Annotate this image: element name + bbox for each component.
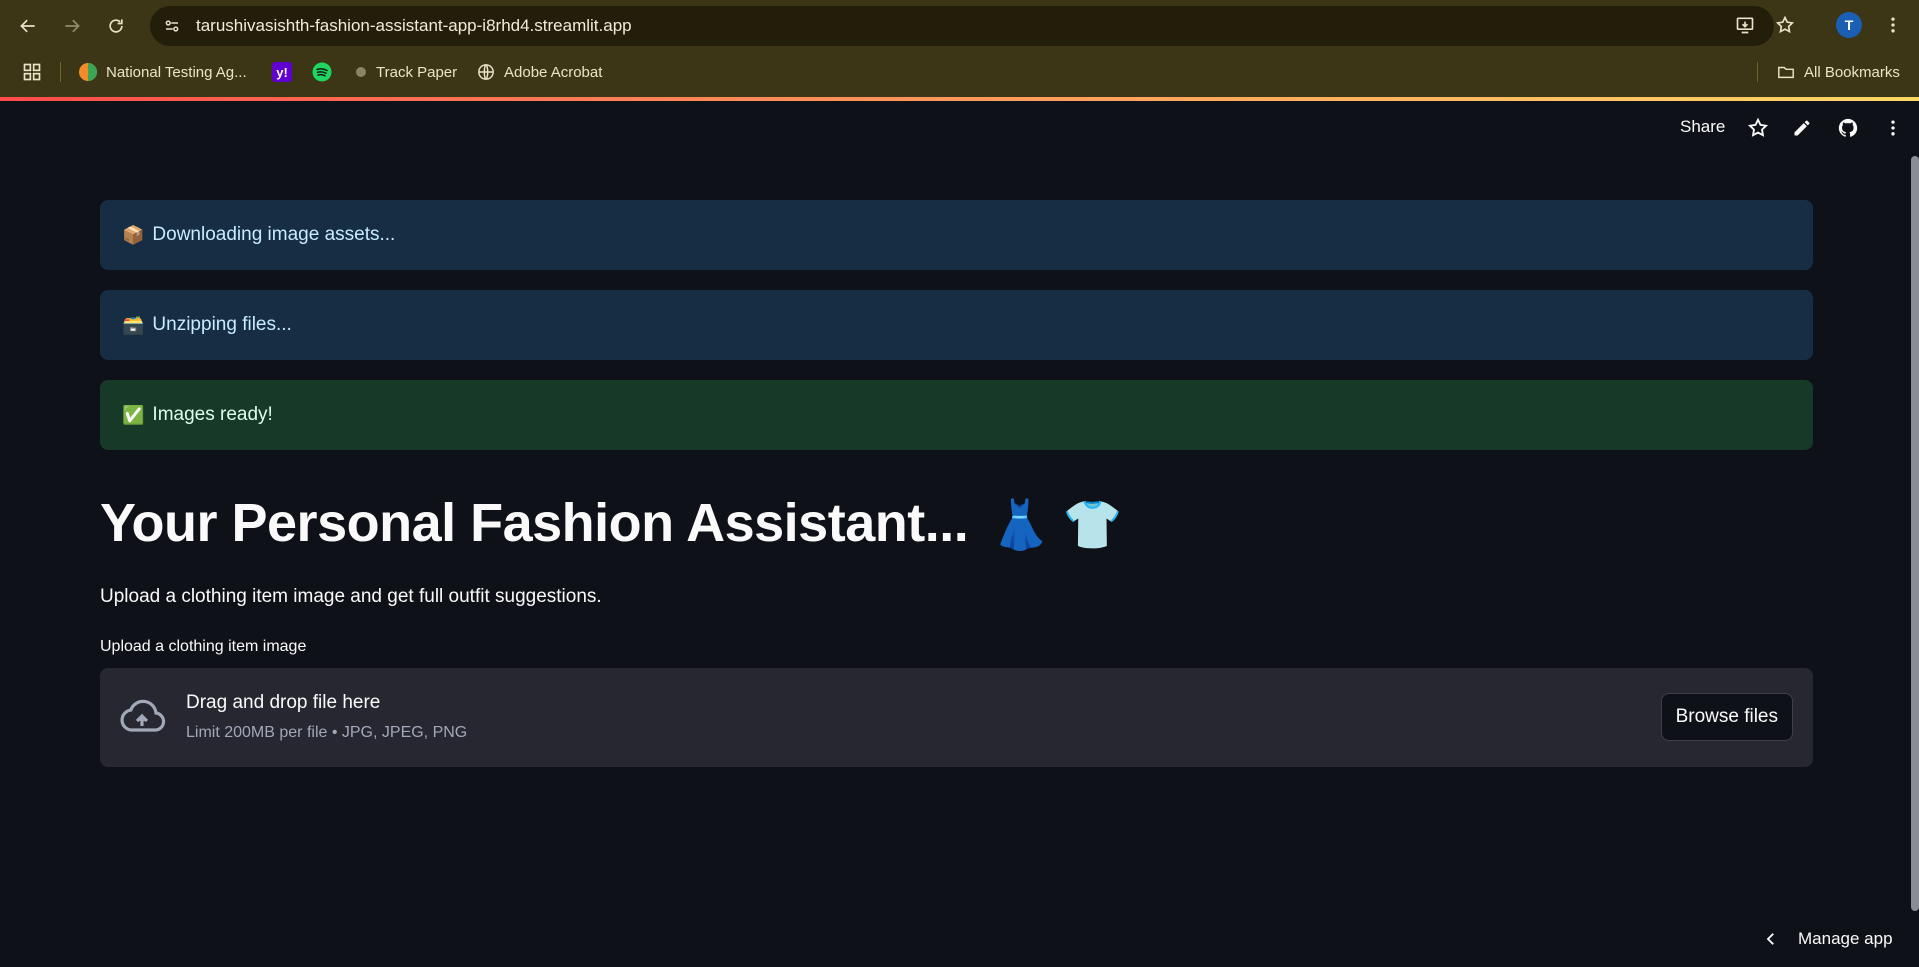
alert-text: Downloading image assets... [152,224,396,245]
bookmark-divider [1757,62,1758,82]
edit-pencil-icon[interactable] [1789,115,1815,141]
file-cabinet-icon: 🗃️ [122,314,145,335]
main-menu-icon[interactable] [1880,115,1906,141]
reload-icon[interactable] [102,12,130,40]
browser-chrome: tarushivasishth-fashion-assistant-app-i8… [0,0,1919,101]
bookmark-label: Adobe Acrobat [504,63,603,81]
bookmark-divider [60,62,61,82]
browser-toolbar: tarushivasishth-fashion-assistant-app-i8… [0,0,1919,52]
bookmarks-bar: National Testing Ag... y! Track Paper Ad… [0,56,1919,86]
url-text: tarushivasishth-fashion-assistant-app-i8… [196,16,632,35]
address-bar[interactable]: tarushivasishth-fashion-assistant-app-i8… [150,6,1774,46]
forward-arrow-icon[interactable] [58,12,86,40]
check-mark-icon: ✅ [122,404,145,425]
apps-grid-icon[interactable] [22,60,42,84]
bookmark-star-icon[interactable] [1772,12,1798,38]
globe-icon [476,62,496,82]
site-settings-icon[interactable] [160,14,184,38]
chevron-left-icon [1760,928,1782,950]
bookmark-spotify[interactable] [312,60,340,84]
bookmark-national-testing[interactable]: National Testing Ag... [78,60,247,84]
nta-logo-icon [78,62,98,82]
upload-label: Upload a clothing item image [100,638,307,655]
bookmark-yahoo[interactable]: y! [272,60,300,84]
yahoo-logo-icon: y! [272,62,292,82]
dropzone-instructions: Drag and drop file here [186,692,381,713]
bookmark-label: Track Paper [376,63,458,81]
page-subtitle: Upload a clothing item image and get ful… [100,586,602,607]
folder-icon [1776,62,1796,82]
info-alert-downloading: 📦 Downloading image assets... [100,200,1813,270]
bookmark-label: National Testing Ag... [106,63,247,81]
alert-text: Unzipping files... [152,314,292,335]
install-app-icon[interactable] [1732,12,1758,38]
profile-avatar[interactable]: T [1836,12,1862,38]
track-paper-icon [354,65,368,79]
success-alert-images-ready: ✅ Images ready! [100,380,1813,450]
all-bookmarks-label: All Bookmarks [1804,63,1900,81]
back-arrow-icon[interactable] [14,12,42,40]
share-button[interactable]: Share [1680,117,1725,137]
star-icon[interactable] [1745,115,1771,141]
cloud-upload-icon [118,694,166,742]
all-bookmarks-button[interactable]: All Bookmarks [1776,60,1900,84]
dress-shirt-emoji-icon: 👗 👕 [990,499,1123,552]
dropzone-limits: Limit 200MB per file • JPG, JPEG, PNG [186,724,468,741]
bookmark-adobe-acrobat[interactable]: Adobe Acrobat [476,60,602,84]
browser-menu-icon[interactable] [1880,12,1906,38]
page-title-text: Your Personal Fashion Assistant... [100,493,969,553]
bookmark-track-paper[interactable]: Track Paper [354,60,457,84]
github-icon[interactable] [1835,115,1861,141]
package-icon: 📦 [122,224,145,245]
page-scrollbar[interactable] [1911,156,1919,911]
browse-files-button[interactable]: Browse files [1660,693,1793,741]
spotify-logo-icon [312,62,332,82]
info-alert-unzipping: 🗃️ Unzipping files... [100,290,1813,360]
manage-app-label: Manage app [1798,929,1893,948]
manage-app-button[interactable]: Manage app [1760,926,1893,952]
file-dropzone[interactable]: Drag and drop file here Limit 200MB per … [100,668,1813,767]
app-header: Share [0,101,1919,157]
page-title: Your Personal Fashion Assistant... 👗 👕 [100,492,1123,554]
alert-text: Images ready! [152,404,273,425]
